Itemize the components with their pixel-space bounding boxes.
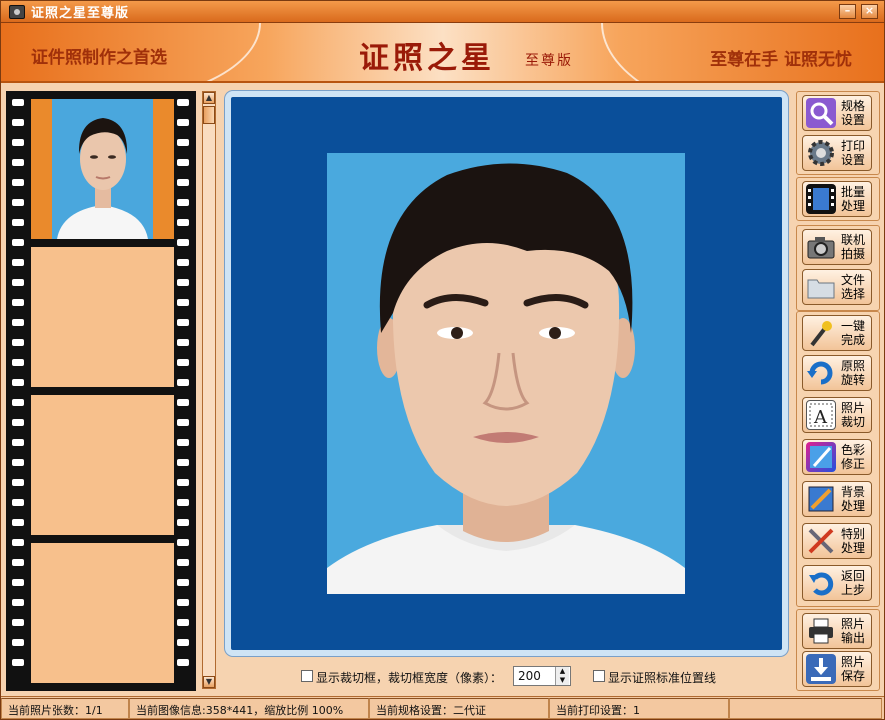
photo-thumbnail xyxy=(52,99,153,239)
tools-icon xyxy=(806,526,836,556)
film-perforations-right xyxy=(175,91,191,691)
main-photo[interactable] xyxy=(327,153,685,594)
app-window: 证照之星至尊版 – × 证件照制作之首选 证照之星 至尊版 至尊在手 证照无忧 xyxy=(0,0,885,720)
crop-photo-label: 照片裁切 xyxy=(841,401,866,429)
title-bar[interactable]: 证照之星至尊版 – × xyxy=(1,1,884,23)
magnifier-icon xyxy=(806,98,836,128)
undo-label: 返回上步 xyxy=(841,569,866,597)
tethered-capture-label: 联机拍摄 xyxy=(841,233,866,261)
right-toolbar: 规格设置 打印设置 批量处理 联机拍摄 文件选择 一键完成 原照旋转 A 照片裁… xyxy=(796,91,880,691)
rotate-original-button[interactable]: 原照旋转 xyxy=(802,355,872,391)
color-brush-icon xyxy=(806,442,836,472)
film-frame-empty[interactable] xyxy=(31,247,174,387)
photo-preview-area[interactable] xyxy=(225,91,788,656)
crop-photo-button[interactable]: A 照片裁切 xyxy=(802,397,872,433)
magic-wand-icon xyxy=(806,318,836,348)
gear-icon xyxy=(806,138,836,168)
show-guideline-label: 显示证照标准位置线 xyxy=(608,671,717,685)
print-settings-button[interactable]: 打印设置 xyxy=(802,135,872,171)
film-frame-empty[interactable] xyxy=(31,543,174,683)
status-empty-cell xyxy=(729,698,882,719)
banner-slogan-left: 证件照制作之首选 xyxy=(31,48,167,68)
crop-options-bar: 显示裁切框，裁切框宽度（像素）： 200 ▲ ▼ 显示证照标准位置线 xyxy=(225,663,788,689)
spec-settings-button[interactable]: 规格设置 xyxy=(802,95,872,131)
brand-edition: 至尊版 xyxy=(525,53,573,69)
film-frame-selected[interactable] xyxy=(31,99,174,239)
save-icon xyxy=(806,654,836,684)
scroll-down-icon[interactable]: ▼ xyxy=(203,676,215,688)
banner: 证件照制作之首选 证照之星 至尊版 至尊在手 证照无忧 xyxy=(1,23,884,83)
printer-icon xyxy=(806,616,836,646)
svg-text:A: A xyxy=(813,407,828,428)
status-spec: 当前规格设置：二代证 xyxy=(369,698,549,719)
banner-slogan-right: 至尊在手 证照无忧 xyxy=(710,50,852,70)
crop-width-spinner-icon[interactable]: ▲ ▼ xyxy=(555,667,569,685)
photo-save-label: 照片保存 xyxy=(841,655,866,683)
close-button[interactable]: × xyxy=(861,4,878,19)
special-process-label: 特别处理 xyxy=(841,527,866,555)
film-perforations-left xyxy=(10,91,26,691)
camera-app-icon xyxy=(9,4,25,19)
one-click-button[interactable]: 一键完成 xyxy=(802,315,872,351)
film-frame-empty[interactable] xyxy=(31,395,174,535)
undo-icon xyxy=(806,568,836,598)
one-click-label: 一键完成 xyxy=(841,319,866,347)
special-process-button[interactable]: 特别处理 xyxy=(802,523,872,559)
status-photo-count: 当前照片张数：1/1 xyxy=(1,698,129,719)
batch-process-button[interactable]: 批量处理 xyxy=(802,181,872,217)
photo-output-button[interactable]: 照片输出 xyxy=(802,613,872,649)
background-process-button[interactable]: 背景处理 xyxy=(802,481,872,517)
rotate-original-label: 原照旋转 xyxy=(841,359,866,387)
minimize-button[interactable]: – xyxy=(839,4,856,19)
crop-icon: A xyxy=(806,400,836,430)
undo-button[interactable]: 返回上步 xyxy=(802,565,872,601)
spec-settings-label: 规格设置 xyxy=(841,99,866,127)
background-icon xyxy=(806,484,836,514)
tethered-capture-button[interactable]: 联机拍摄 xyxy=(802,229,872,265)
filmstrip xyxy=(6,91,196,691)
window-title: 证照之星至尊版 xyxy=(31,6,130,21)
status-bar: 当前照片张数：1/1 当前图像信息:358*441，缩放比例 100% 当前规格… xyxy=(1,696,884,719)
scroll-up-icon[interactable]: ▲ xyxy=(203,92,215,104)
brand-title: 证照之星 xyxy=(359,41,495,76)
file-select-button[interactable]: 文件选择 xyxy=(802,269,872,305)
camera-icon xyxy=(806,232,836,262)
show-crop-box-checkbox[interactable] xyxy=(301,670,313,682)
batch-process-label: 批量处理 xyxy=(841,185,866,213)
file-select-label: 文件选择 xyxy=(841,273,866,301)
film-icon xyxy=(806,184,836,214)
status-image-info: 当前图像信息:358*441，缩放比例 100% xyxy=(129,698,369,719)
scrollbar-thumb[interactable] xyxy=(203,106,215,124)
photo-save-button[interactable]: 照片保存 xyxy=(802,651,872,687)
show-crop-box-label: 显示裁切框，裁切框宽度（像素）： xyxy=(316,671,503,685)
filmstrip-scrollbar[interactable]: ▲ ▼ xyxy=(202,91,216,689)
folder-icon xyxy=(806,272,836,302)
rotate-icon xyxy=(806,358,836,388)
color-correct-button[interactable]: 色彩修正 xyxy=(802,439,872,475)
show-guideline-checkbox[interactable] xyxy=(593,670,605,682)
photo-output-label: 照片输出 xyxy=(841,617,866,645)
background-process-label: 背景处理 xyxy=(841,485,866,513)
print-settings-label: 打印设置 xyxy=(841,139,866,167)
status-print-setting: 当前打印设置：1 xyxy=(549,698,729,719)
color-correct-label: 色彩修正 xyxy=(841,443,866,471)
